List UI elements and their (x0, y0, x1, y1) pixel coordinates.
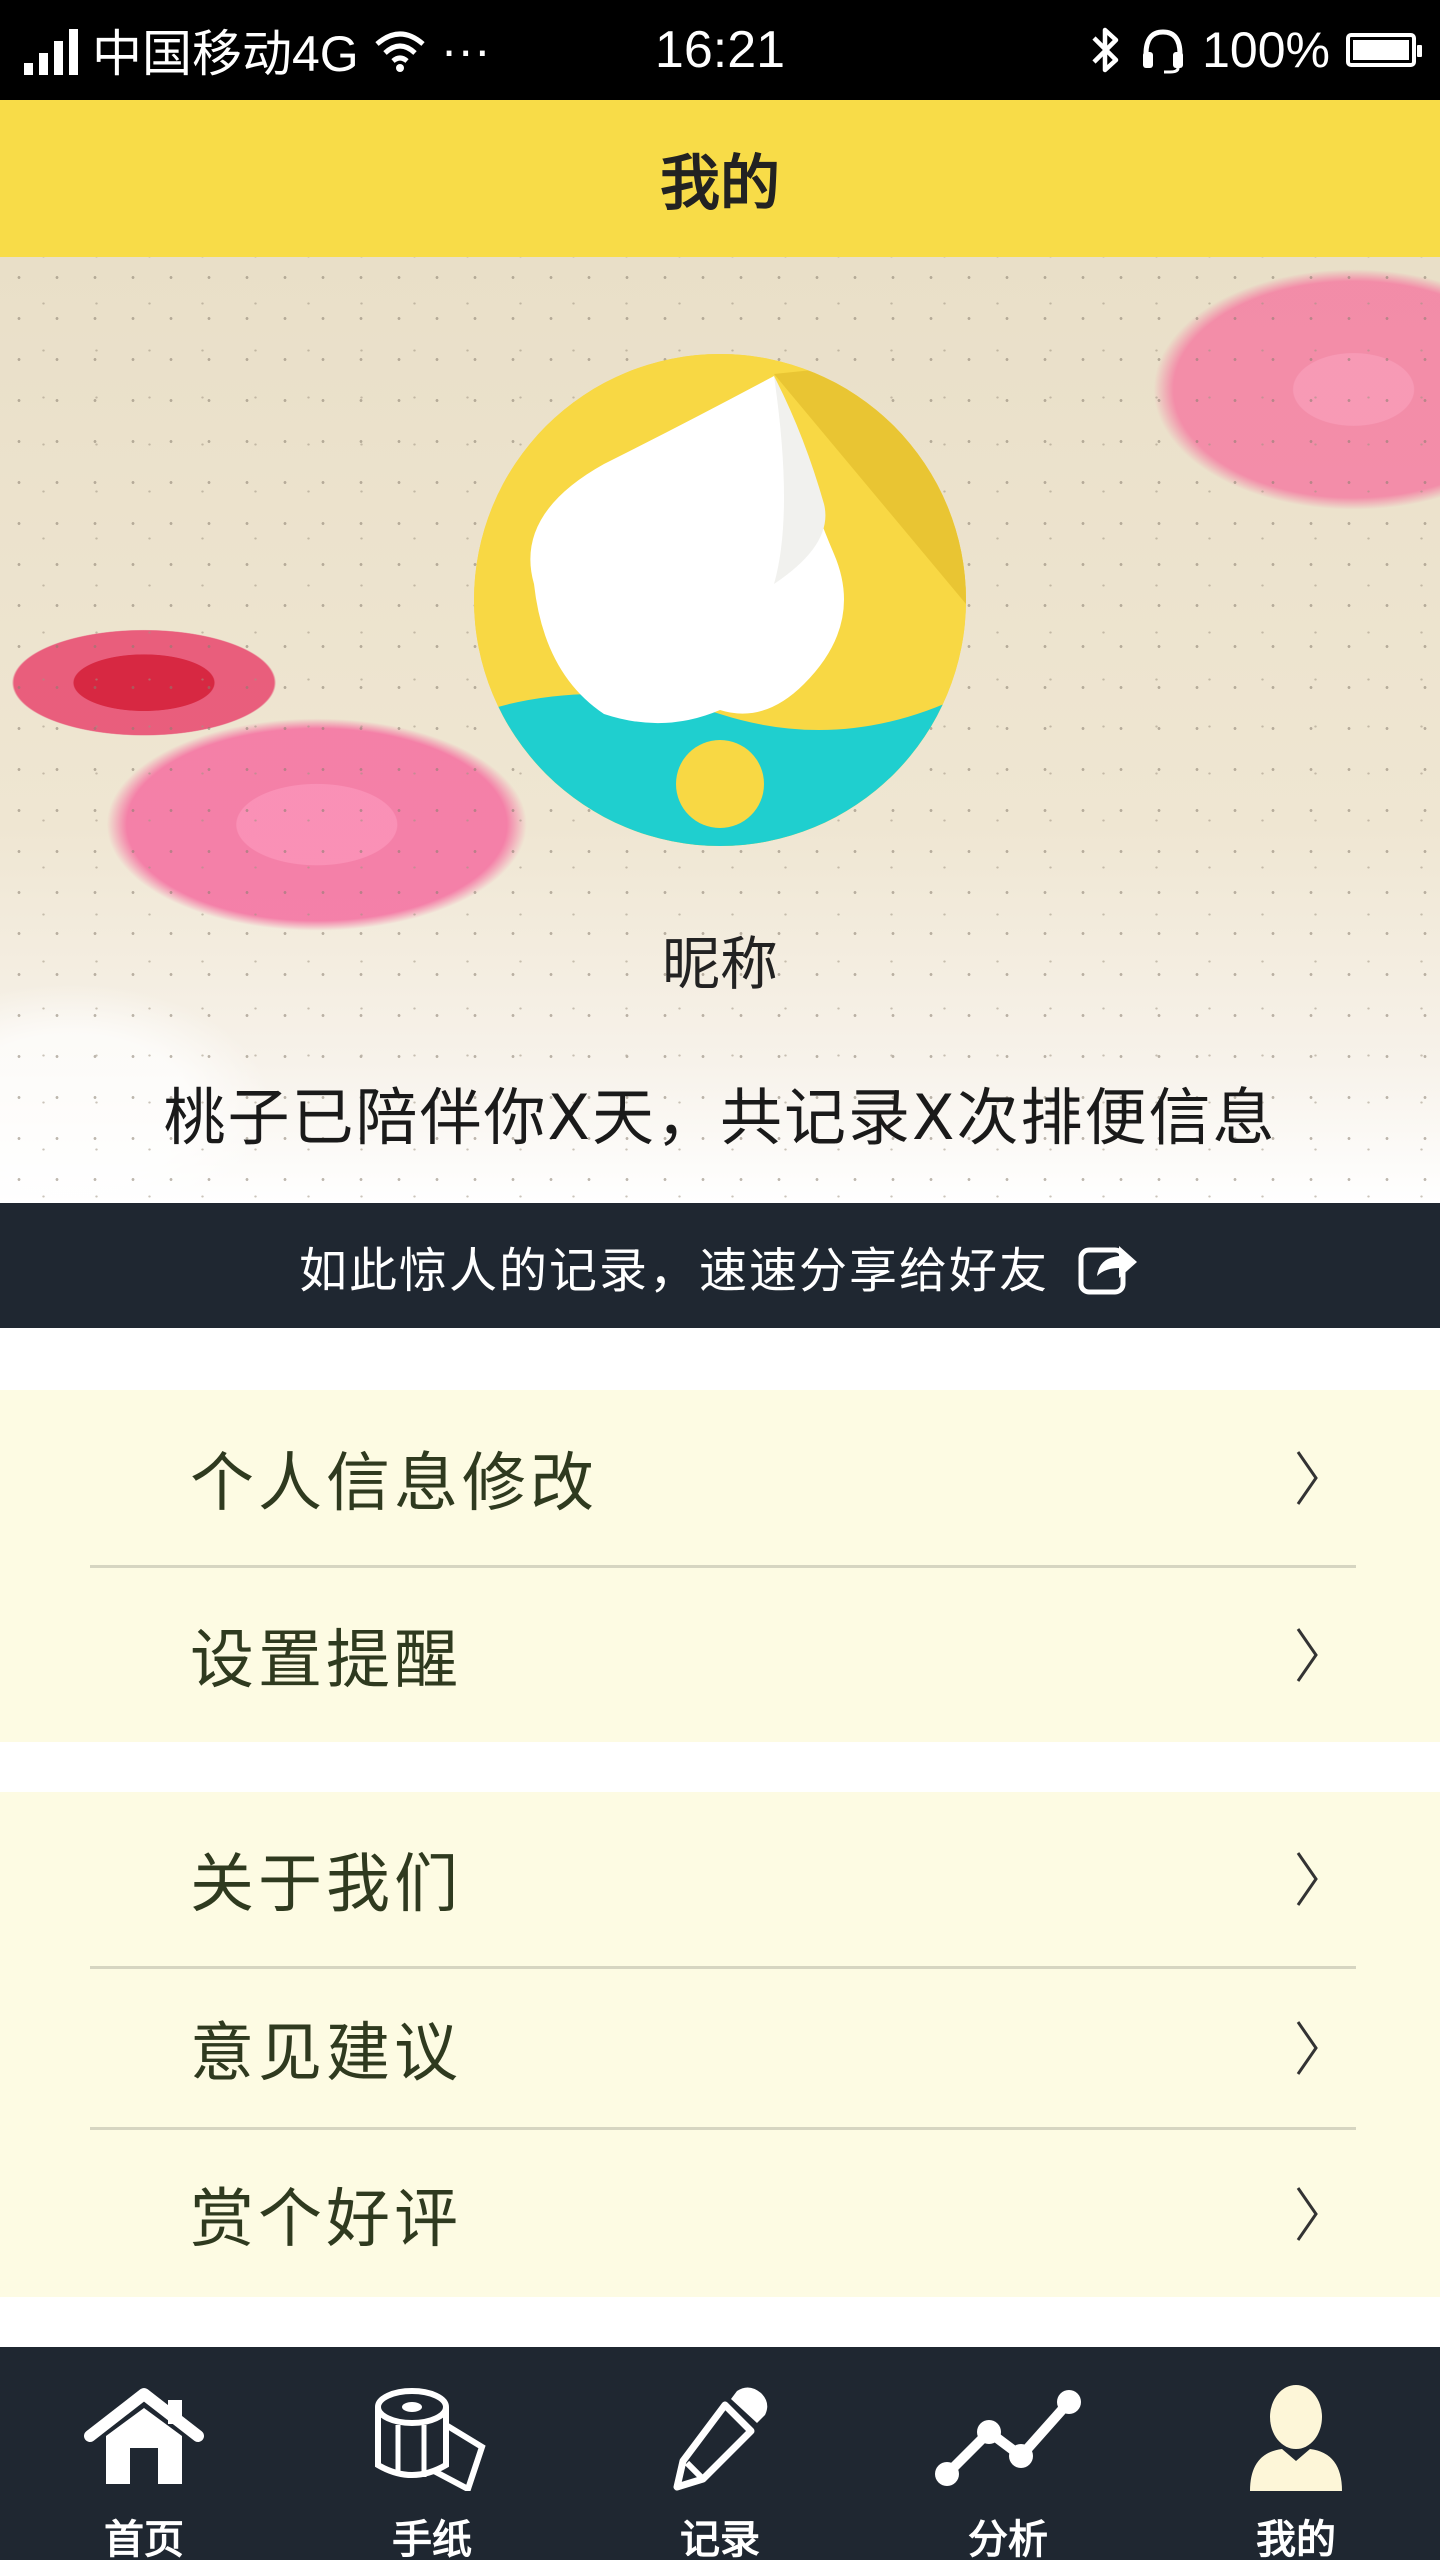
tab-home[interactable]: 首页 (0, 2347, 288, 2563)
chevron-right-icon (1294, 2130, 1320, 2297)
menu-item-label: 设置提醒 (190, 1624, 462, 1698)
menu-item-label: 意见建议 (190, 2017, 462, 2091)
tab-label: 我的 (1256, 2517, 1336, 2563)
share-icon (1078, 1245, 1137, 1294)
tab-record[interactable]: 记录 (576, 2347, 864, 2563)
chevron-right-icon (1294, 1568, 1320, 1742)
peach-logo-icon (474, 354, 966, 846)
battery-percent: 100% (1202, 22, 1330, 78)
title-bar: 我的 (0, 100, 1440, 257)
headset-icon (1143, 29, 1184, 74)
menu-item-feedback[interactable]: 意见建议 (0, 1969, 1440, 2127)
tab-mine[interactable]: 我的 (1152, 2347, 1440, 2563)
tab-analysis[interactable]: 分析 (864, 2347, 1152, 2563)
pencil-icon (673, 2387, 768, 2491)
chevron-right-icon (1294, 1390, 1320, 1566)
menu-item-label: 个人信息修改 (190, 1447, 598, 1521)
toilet-paper-icon (375, 2388, 486, 2491)
status-bar: 中国移动4G ··· 16:21 100% (0, 0, 1440, 100)
menu-item-rate-app[interactable]: 赏个好评 (0, 2130, 1440, 2297)
bluetooth-icon (1092, 27, 1119, 73)
bottom-tab-bar: 首页 手纸 记录 分析 我的 (0, 2347, 1440, 2563)
menu-item-reminder[interactable]: 设置提醒 (0, 1568, 1440, 1742)
share-banner[interactable]: 如此惊人的记录，速速分享给好友 (0, 1203, 1440, 1328)
home-icon (84, 2388, 204, 2484)
menu-item-about-us[interactable]: 关于我们 (0, 1792, 1440, 1966)
menu-item-label: 赏个好评 (190, 2182, 462, 2257)
clock: 16:21 (654, 21, 786, 79)
menu-item-label: 关于我们 (190, 1848, 462, 1922)
tab-label: 首页 (104, 2517, 184, 2563)
tab-toilet-paper[interactable]: 手纸 (288, 2347, 576, 2563)
tab-label: 分析 (968, 2517, 1048, 2563)
menu-group-about: 关于我们 意见建议 赏个好评 (0, 1792, 1440, 2297)
profile-hero: 昵称 桃子已陪伴你X天，共记录X次排便信息 (0, 257, 1440, 1203)
companion-summary: 桃子已陪伴你X天，共记录X次排便信息 (163, 1081, 1277, 1154)
page-title: 我的 (660, 149, 780, 219)
avatar[interactable] (474, 354, 966, 846)
menu-item-edit-profile[interactable]: 个人信息修改 (0, 1390, 1440, 1566)
user-icon (1250, 2385, 1342, 2491)
chevron-right-icon (1294, 1792, 1320, 1966)
tab-label: 记录 (680, 2517, 760, 2563)
battery-icon (1346, 33, 1422, 67)
tab-label: 手纸 (392, 2517, 472, 2563)
chevron-right-icon (1294, 1969, 1320, 2127)
share-text: 如此惊人的记录，速速分享给好友 (298, 1242, 1049, 1299)
nickname-label[interactable]: 昵称 (0, 917, 1440, 1001)
line-chart-icon (935, 2390, 1081, 2486)
menu-group-account: 个人信息修改 设置提醒 (0, 1390, 1440, 1742)
